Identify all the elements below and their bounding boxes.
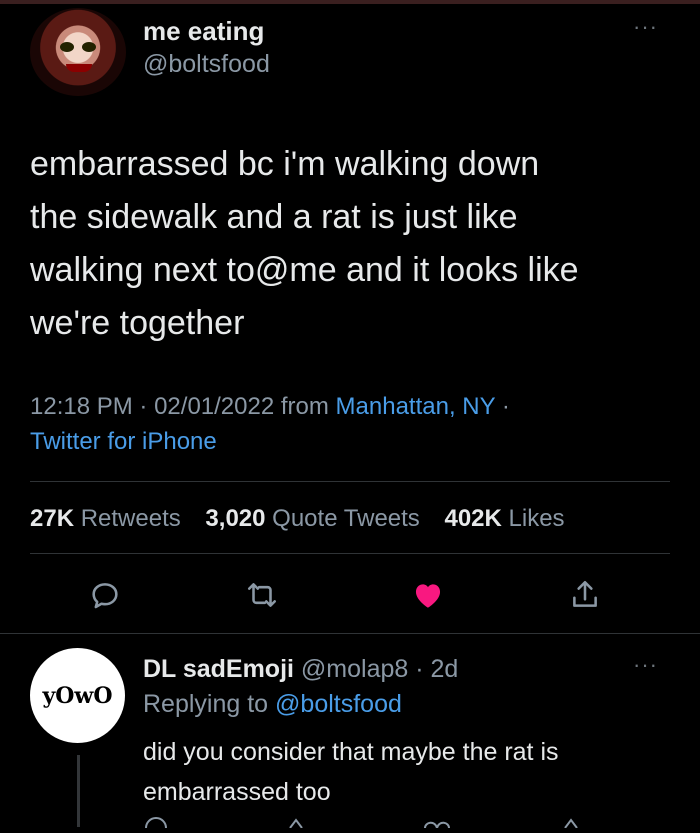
quote-tweets-count: 3,020: [205, 505, 266, 532]
tweet-text: embarrassed bc i'm walking down the side…: [30, 145, 579, 342]
reply-author-handle[interactable]: @molap8: [301, 655, 408, 683]
reply-separator: ·: [415, 655, 424, 683]
reply-button[interactable]: [88, 578, 122, 612]
divider: [0, 633, 700, 634]
reply-action-bar-cropped: [140, 815, 600, 829]
author-display-name[interactable]: me eating: [143, 16, 264, 47]
more-options-icon[interactable]: ···: [633, 14, 658, 40]
avatar-eye: [60, 42, 74, 52]
retweets-label: Retweets: [80, 505, 181, 532]
author-avatar[interactable]: [30, 8, 126, 96]
reply-avatar-text: yOwO: [42, 682, 113, 709]
quote-tweets-stat[interactable]: 3,020 Quote Tweets: [205, 505, 419, 532]
reply-author-name[interactable]: DL sadEmoji: [143, 655, 294, 683]
tweet-source-line: Twitter for iPhone: [30, 428, 217, 456]
quote-tweets-label: Quote Tweets: [272, 505, 420, 532]
retweet-icon: [247, 583, 277, 607]
tweet-location[interactable]: Manhattan, NY: [336, 393, 496, 420]
like-icon: [415, 584, 441, 608]
meta-separator: ·: [501, 393, 510, 420]
replying-to-line: Replying to @boltsfood: [143, 690, 402, 719]
tweet-time[interactable]: 12:18 PM: [30, 393, 133, 420]
replying-to-label: Replying to: [143, 690, 269, 718]
reply-header: DL sadEmoji @molap8 · 2d: [143, 655, 458, 684]
replying-to-handle[interactable]: @boltsfood: [275, 690, 402, 718]
retweet-button[interactable]: [245, 578, 279, 612]
engagement-stats: 27K Retweets 3,020 Quote Tweets 402K Lik…: [30, 505, 583, 533]
meta-separator: ·: [139, 393, 148, 420]
author-handle[interactable]: @boltsfood: [143, 50, 270, 79]
share-button[interactable]: [568, 578, 602, 612]
divider: [30, 553, 670, 554]
reply-age[interactable]: 2d: [431, 655, 459, 683]
likes-count: 402K: [444, 505, 502, 532]
reply-icon: [92, 583, 118, 609]
reply-text: did you consider that maybe the rat is e…: [143, 738, 559, 806]
likes-stat[interactable]: 402K Likes: [444, 505, 564, 532]
tweet-date[interactable]: 02/01/2022: [154, 393, 274, 420]
cropped-action-icons: [145, 817, 578, 829]
tweet-meta-line: 12:18 PM · 02/01/2022 from Manhattan, NY…: [30, 393, 510, 421]
from-label: from: [280, 393, 329, 420]
share-icon: [573, 580, 597, 607]
reply-author-avatar[interactable]: yOwO: [30, 648, 125, 743]
reply-more-options-icon[interactable]: ···: [633, 652, 658, 678]
avatar-mouth: [66, 64, 92, 72]
thread-connector-line: [77, 755, 80, 827]
top-edge: [0, 0, 700, 4]
retweets-count: 27K: [30, 505, 75, 532]
tweet-source[interactable]: Twitter for iPhone: [30, 428, 217, 455]
divider: [30, 481, 670, 482]
like-button[interactable]: [411, 578, 445, 612]
likes-label: Likes: [508, 505, 565, 532]
avatar-eye: [82, 42, 96, 52]
retweets-stat[interactable]: 27K Retweets: [30, 505, 181, 532]
